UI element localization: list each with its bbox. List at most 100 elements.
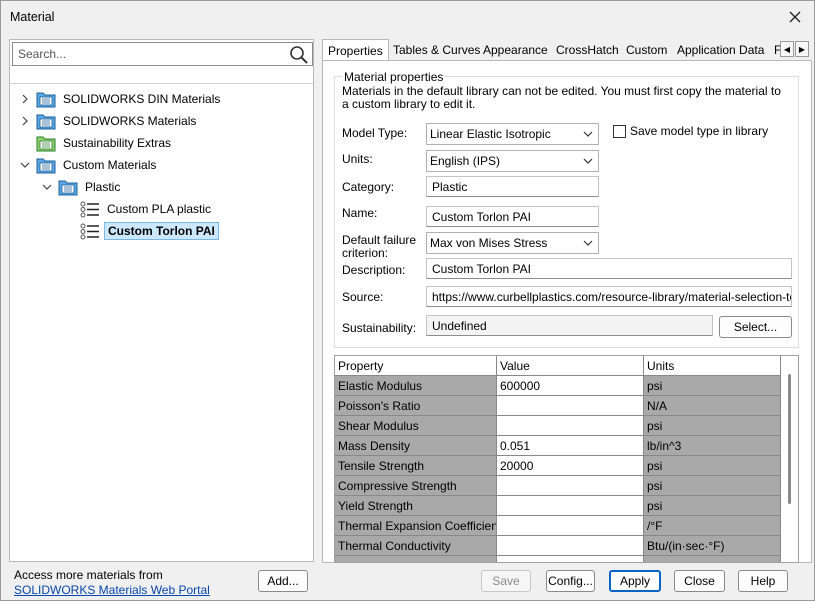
- apply-button[interactable]: Apply: [609, 570, 661, 592]
- tree-item[interactable]: SOLIDWORKS Materials: [18, 111, 199, 131]
- chevron-right-icon[interactable]: [18, 92, 32, 106]
- tree-item[interactable]: Sustainability Extras: [18, 133, 174, 153]
- chevron-down-icon[interactable]: [40, 180, 54, 194]
- scrollbar-thumb[interactable]: [788, 374, 791, 504]
- checkbox[interactable]: [613, 124, 626, 138]
- chevron-down-icon[interactable]: [18, 158, 32, 172]
- tree-item-label: Custom Materials: [63, 158, 157, 172]
- help-button[interactable]: Help: [738, 570, 788, 592]
- column-header[interactable]: Units: [644, 356, 781, 376]
- category-field[interactable]: Plastic: [426, 176, 599, 197]
- edit-note: Materials in the default library can not…: [342, 84, 781, 111]
- table-row[interactable]: Shear Modulus psi: [335, 416, 781, 436]
- property-cell: Compressive Strength: [335, 476, 497, 496]
- window-title: Material: [10, 10, 55, 24]
- failure-criterion-label: Default failure criterion:: [342, 233, 417, 260]
- tab-properties[interactable]: Properties: [322, 39, 389, 62]
- tree-item[interactable]: Custom Torlon PAI: [62, 221, 219, 241]
- tab-custom[interactable]: Custom: [621, 39, 672, 61]
- units-cell: psi: [644, 476, 781, 496]
- units-label: Units:: [342, 152, 373, 166]
- value-cell[interactable]: 0.051: [497, 436, 644, 456]
- units-cell: N/A: [644, 396, 781, 416]
- properties-panel: Material properties Materials in the def…: [322, 60, 812, 563]
- name-label: Name:: [342, 206, 378, 220]
- source-field[interactable]: https://www.curbellplastics.com/resource…: [426, 286, 792, 307]
- table-row[interactable]: Yield Strength psi: [335, 496, 781, 516]
- config-button[interactable]: Config...: [546, 570, 595, 592]
- value-cell[interactable]: 600000: [497, 376, 644, 396]
- close-icon[interactable]: [784, 6, 806, 28]
- table-row[interactable]: Thermal Conductivity Btu/(in·sec·°F): [335, 536, 781, 556]
- property-cell: Thermal Expansion Coefficient: [335, 516, 497, 536]
- value-cell[interactable]: [497, 496, 644, 516]
- description-label: Description:: [342, 263, 406, 277]
- search-input[interactable]: [16, 45, 286, 63]
- tab-strip: Properties Tables & Curves Appearance Cr…: [322, 39, 812, 62]
- value-cell[interactable]: [497, 416, 644, 436]
- column-header[interactable]: Property: [335, 356, 497, 376]
- group-title: Material properties: [342, 70, 446, 84]
- value-cell[interactable]: [497, 556, 644, 562]
- value-cell[interactable]: [497, 536, 644, 556]
- table-row[interactable]: [335, 556, 781, 562]
- column-header[interactable]: Value: [497, 356, 644, 376]
- value-cell[interactable]: [497, 516, 644, 536]
- web-portal-link[interactable]: SOLIDWORKS Materials Web Portal: [14, 583, 210, 597]
- tab-tables-curves[interactable]: Tables & Curves: [388, 39, 485, 61]
- save-button[interactable]: Save: [481, 570, 531, 592]
- table-scrollbar[interactable]: [781, 356, 798, 562]
- value-cell[interactable]: 20000: [497, 456, 644, 476]
- model-type-label: Model Type:: [342, 126, 408, 140]
- tab-scroll-right-icon[interactable]: ▶: [795, 41, 809, 57]
- value-cell[interactable]: [497, 476, 644, 496]
- tab-application-data[interactable]: Application Data: [672, 39, 769, 61]
- name-field[interactable]: Custom Torlon PAI: [426, 206, 599, 227]
- property-cell: Poisson's Ratio: [335, 396, 497, 416]
- value-cell[interactable]: [497, 396, 644, 416]
- units-cell: Btu/(in·sec·°F): [644, 536, 781, 556]
- add-button[interactable]: Add...: [258, 570, 308, 592]
- units-select[interactable]: English (IPS): [426, 150, 599, 172]
- search-box: [12, 42, 313, 66]
- table-row[interactable]: Mass Density 0.051 lb/in^3: [335, 436, 781, 456]
- tree-item[interactable]: Custom PLA plastic: [62, 199, 214, 219]
- material-library-icon: [36, 113, 56, 130]
- close-button[interactable]: Close: [674, 570, 725, 592]
- material-library-icon: [36, 135, 56, 152]
- tree-item-label: SOLIDWORKS Materials: [63, 114, 197, 128]
- save-model-type-checkbox[interactable]: Save model type in library: [613, 124, 768, 138]
- tree-item[interactable]: Custom Materials: [18, 155, 159, 175]
- failure-criterion-select[interactable]: Max von Mises Stress: [426, 232, 599, 254]
- model-type-select[interactable]: Linear Elastic Isotropic: [426, 123, 599, 145]
- chevron-right-icon[interactable]: [18, 114, 32, 128]
- select-button[interactable]: Select...: [719, 316, 792, 338]
- description-field[interactable]: Custom Torlon PAI: [426, 258, 792, 279]
- table-row[interactable]: Elastic Modulus 600000 psi: [335, 376, 781, 396]
- category-label: Category:: [342, 180, 395, 194]
- units-cell: psi: [644, 416, 781, 436]
- access-text: Access more materials from: [14, 568, 163, 582]
- tab-crosshatch[interactable]: CrossHatch: [551, 39, 624, 61]
- table-row[interactable]: Thermal Expansion Coefficient /°F: [335, 516, 781, 536]
- tree-item-label: Custom PLA plastic: [107, 202, 212, 216]
- table-header-row: Property Value Units: [335, 356, 781, 376]
- table-row[interactable]: Compressive Strength psi: [335, 476, 781, 496]
- tab-appearance[interactable]: Appearance: [478, 39, 553, 61]
- tree-item[interactable]: Plastic: [40, 177, 123, 197]
- search-icon[interactable]: [289, 45, 309, 65]
- property-cell: [335, 556, 497, 562]
- property-cell: Shear Modulus: [335, 416, 497, 436]
- chevron-down-icon: [583, 131, 593, 137]
- table-row[interactable]: Tensile Strength 20000 psi: [335, 456, 781, 476]
- material-library-icon: [36, 157, 56, 174]
- property-table: Property Value Units Elastic Modulus 600000 p…: [334, 355, 799, 563]
- tree-item[interactable]: SOLIDWORKS DIN Materials: [18, 89, 223, 109]
- table-row[interactable]: Poisson's Ratio N/A: [335, 396, 781, 416]
- tab-scroll-left-icon[interactable]: ◀: [780, 41, 794, 57]
- property-cell: Thermal Conductivity: [335, 536, 497, 556]
- units-cell: psi: [644, 456, 781, 476]
